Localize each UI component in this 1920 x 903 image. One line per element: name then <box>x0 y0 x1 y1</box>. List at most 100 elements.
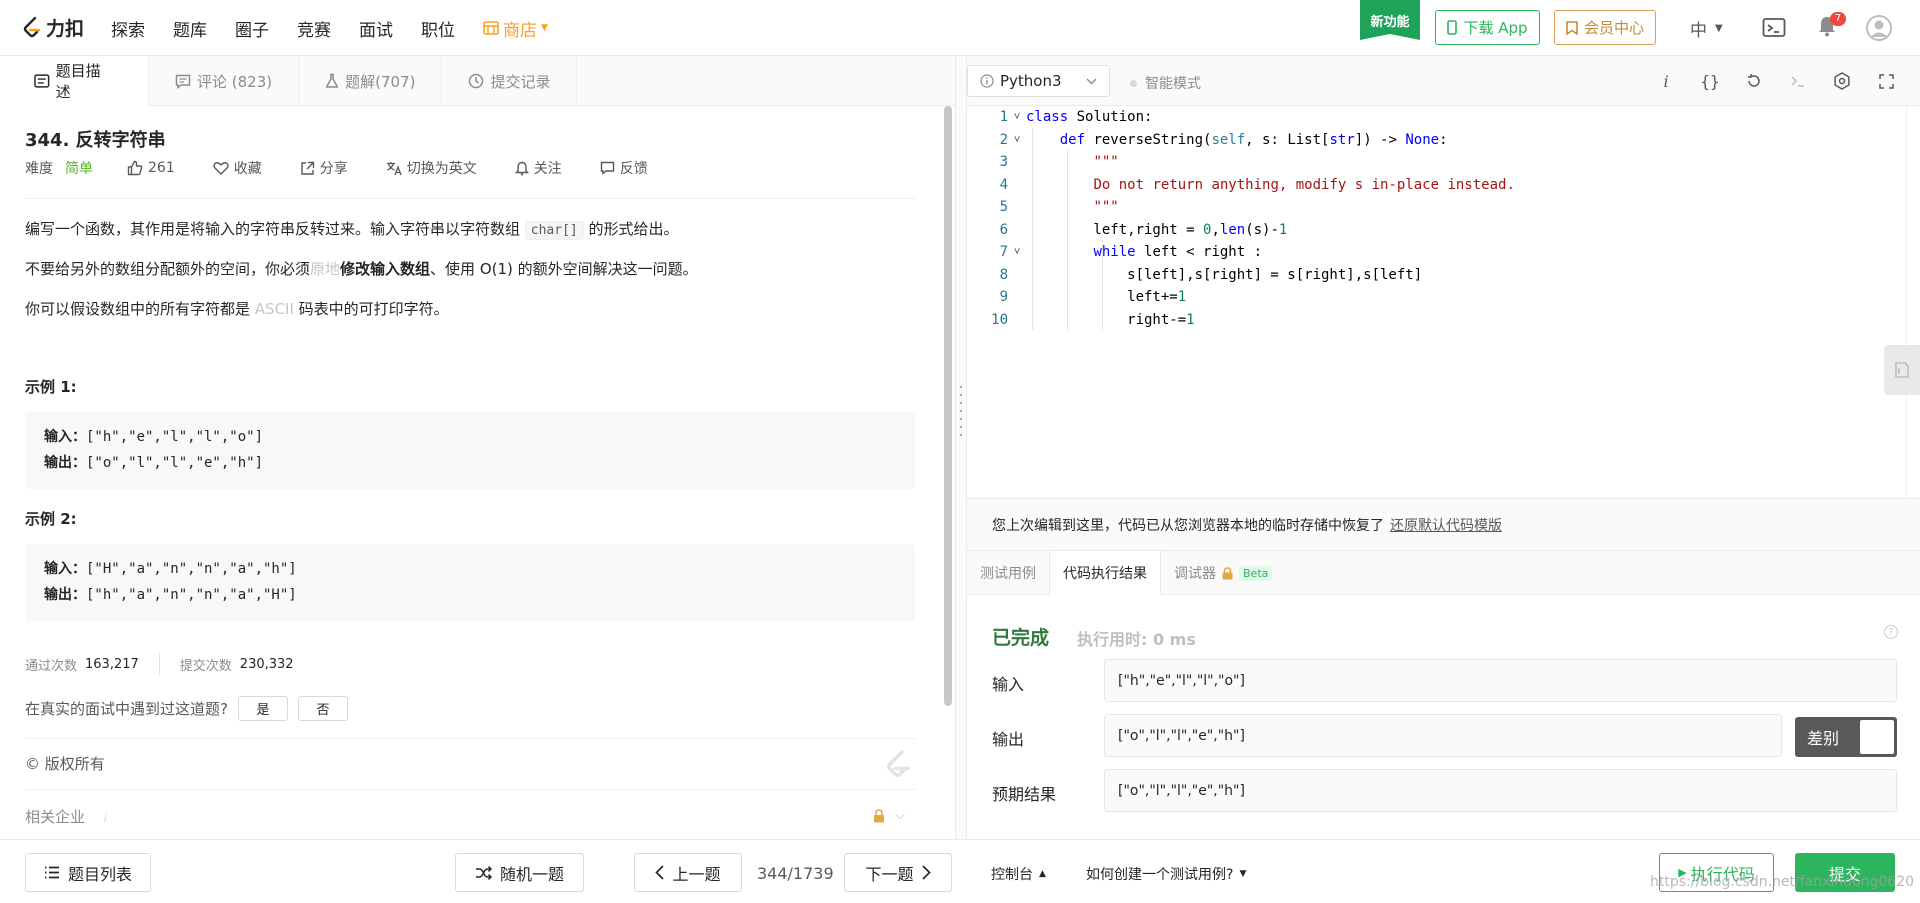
playground-icon[interactable] <box>1762 17 1786 39</box>
diff-label: 差别 <box>1807 729 1840 748</box>
desc-text: 、使用 O(1) 的额外空间解决这一问题。 <box>430 260 698 278</box>
terminal-icon[interactable] <box>1786 69 1810 93</box>
tab-comments[interactable]: 评论 (823) <box>149 56 300 106</box>
code-line: 7 ˅ while left < right : <box>967 241 1262 264</box>
format-code-icon[interactable]: {} <box>1698 69 1722 93</box>
info-circle-icon <box>980 74 994 88</box>
like-button[interactable]: 261 <box>127 160 175 176</box>
random-problem-button[interactable]: 随机一题 <box>455 853 584 892</box>
problem-position: 344/1739 <box>757 864 834 883</box>
caret-down-icon: ▼ <box>1715 23 1723 34</box>
example-2-input: ["H","a","n","n","a","h"] <box>86 561 297 577</box>
info-icon[interactable]: i <box>1654 69 1678 93</box>
favorite-label: 收藏 <box>233 161 262 177</box>
next-problem-button[interactable]: 下一题 <box>844 853 952 892</box>
nav-circle[interactable]: 圈子 <box>235 16 269 41</box>
fold-icon[interactable]: ˅ <box>1008 245 1026 259</box>
member-center-button[interactable]: 会员中心 <box>1554 10 1656 45</box>
code-line: 3 """ <box>967 151 1119 174</box>
howto-testcase-dropdown[interactable]: 如何创建一个测试用例? ▼ <box>1086 864 1246 884</box>
tab-run-result[interactable]: 代码执行结果 <box>1049 551 1161 595</box>
status-dot <box>1130 79 1137 87</box>
prev-problem-button[interactable]: 上一题 <box>634 853 742 892</box>
editor-scrollbar[interactable] <box>1906 106 1920 498</box>
switch-language-button[interactable]: 切换为英文 <box>386 158 477 178</box>
new-feature-badge[interactable]: 新功能 <box>1360 0 1420 40</box>
leetcode-logo[interactable]: 力扣 <box>22 14 84 41</box>
result-tabs: 测试用例 代码执行结果 调试器 Beta <box>967 550 1920 595</box>
language-switcher[interactable]: 中 ▼ <box>1690 16 1723 41</box>
description-scrollbar[interactable] <box>944 106 952 706</box>
member-center-label: 会员中心 <box>1583 19 1644 37</box>
code-line: 9 left+=1 <box>967 286 1187 309</box>
yes-button[interactable]: 是 <box>237 696 288 721</box>
editor-toolbar: Python3 智能模式 i {} <box>967 56 1920 106</box>
example-2-title: 示例 2: <box>25 510 77 528</box>
tab-description[interactable]: 题目描述 <box>0 56 149 106</box>
tab-solutions-label: 题解(707) <box>345 72 416 91</box>
ascii-link[interactable]: ASCII <box>255 300 294 318</box>
in-place-link[interactable]: 原地 <box>310 260 340 278</box>
feedback-icon <box>600 161 614 175</box>
user-avatar[interactable] <box>1866 15 1892 41</box>
help-icon[interactable]: ? <box>1884 625 1898 639</box>
divider <box>158 653 160 675</box>
download-app-button[interactable]: 下载 App <box>1435 10 1540 45</box>
companies-locked[interactable]: ⌵ <box>873 808 905 823</box>
line-number: 9 <box>999 289 1008 306</box>
feedback-button[interactable]: 反馈 <box>600 158 648 178</box>
code-line: 1 ˅ class Solution: <box>967 106 1153 129</box>
caret-down-icon: ▼ <box>541 23 548 33</box>
tab-test-cases[interactable]: 测试用例 <box>967 551 1049 595</box>
settings-icon[interactable] <box>1830 69 1854 93</box>
reset-icon[interactable] <box>1742 69 1766 93</box>
nav-contest[interactable]: 竞赛 <box>297 16 331 41</box>
line-number: 8 <box>999 266 1008 283</box>
code-editor[interactable]: 1 ˅ class Solution: 2 ˅ def reverseString(s… <box>967 106 1920 498</box>
fullscreen-icon[interactable] <box>1874 69 1898 93</box>
nav-explore[interactable]: 探索 <box>111 16 145 41</box>
no-button[interactable]: 否 <box>297 696 348 721</box>
follow-button[interactable]: 关注 <box>514 158 562 178</box>
divider <box>25 198 915 199</box>
favorite-button[interactable]: 收藏 <box>213 158 262 178</box>
fold-icon[interactable]: ˅ <box>1008 133 1026 147</box>
bell-outline-icon <box>514 161 529 175</box>
example-1-input-line: 输入：["h","e","l","l","o"] <box>44 424 896 450</box>
desc-text: 编写一个函数，其作用是将输入的字符串反转过来。输入字符串以字符数组 <box>25 220 525 238</box>
tab-solutions[interactable]: 题解(707) <box>299 56 443 106</box>
share-button[interactable]: 分享 <box>300 158 348 178</box>
restore-default-link[interactable]: 还原默认代码模版 <box>1390 515 1502 535</box>
related-companies[interactable]: 相关企业 i <box>25 806 107 827</box>
example-2-input-line: 输入：["H","a","n","n","a","h"] <box>44 556 896 582</box>
code-line: 6 left,right = 0,len(s)-1 <box>967 219 1288 242</box>
notes-side-tab[interactable] <box>1884 345 1920 395</box>
problem-list-button[interactable]: 题目列表 <box>25 853 151 892</box>
nav-store[interactable]: 商店 ▼ <box>483 16 548 41</box>
nav-jobs[interactable]: 职位 <box>421 16 455 41</box>
nav-interview[interactable]: 面试 <box>359 16 393 41</box>
line-number: 5 <box>999 199 1008 216</box>
fold-icon[interactable]: ˅ <box>1008 110 1026 124</box>
smart-mode-toggle[interactable]: 智能模式 <box>1130 73 1201 93</box>
tab-debugger[interactable]: 调试器 Beta <box>1161 551 1285 595</box>
clock-icon <box>469 73 484 89</box>
description-paragraph-3: 你可以假设数组中的所有字符都是 ASCII 码表中的可打印字符。 <box>25 298 449 319</box>
shuffle-icon <box>475 865 492 880</box>
console-toggle[interactable]: 控制台 ▲ <box>991 864 1046 884</box>
feedback-label: 反馈 <box>619 161 648 177</box>
smart-mode-label: 智能模式 <box>1145 76 1201 92</box>
tab-submissions[interactable]: 提交记录 <box>442 56 578 106</box>
desc-text: 你可以假设数组中的所有字符都是 <box>25 300 255 318</box>
beta-badge: Beta <box>1239 565 1273 581</box>
problem-meta-bar: 难度 简单 261 收藏 分享 切换为英文 关注 反馈 <box>25 158 686 178</box>
pane-splitter[interactable] <box>955 56 967 839</box>
output-label: 输出： <box>44 455 86 471</box>
line-number: 10 <box>991 311 1008 328</box>
info-icon: i <box>103 811 108 825</box>
output-label: 输出： <box>44 587 86 603</box>
like-count: 261 <box>148 160 175 176</box>
language-select[interactable]: Python3 <box>967 65 1110 97</box>
nav-problems[interactable]: 题库 <box>173 16 207 41</box>
diff-toggle[interactable]: 差别 <box>1795 717 1897 757</box>
